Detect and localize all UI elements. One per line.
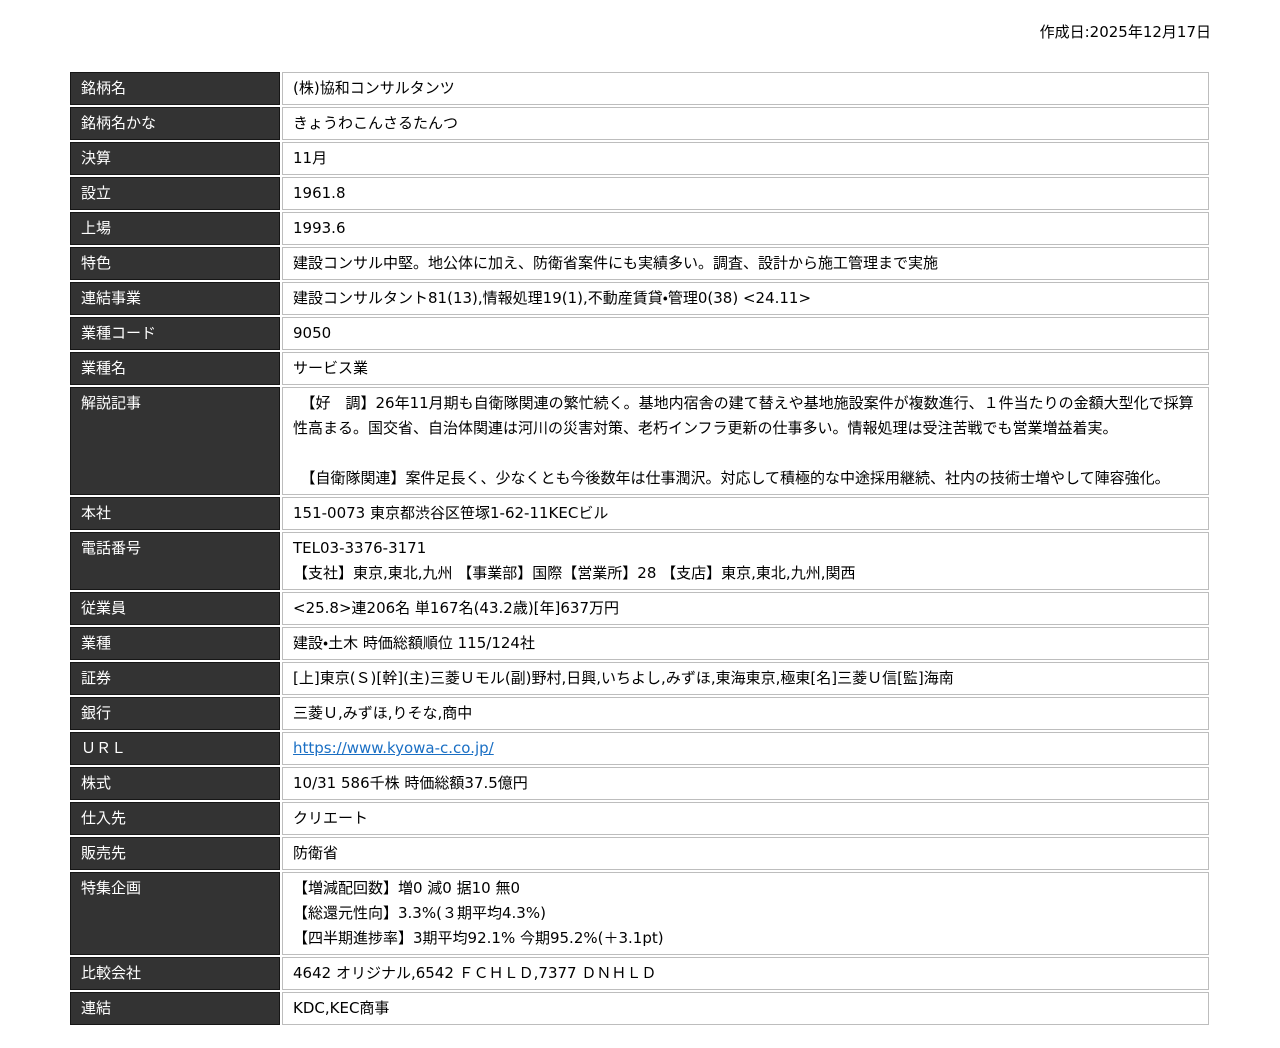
table-row-industry: 業種 建設・土木 時価総額順位 115/124社 xyxy=(70,627,1209,660)
table-row-fiscal-month: 決算 11月 xyxy=(70,142,1209,175)
row-value-stock-name-kana: きょうわこんさるたんつ xyxy=(282,107,1209,140)
table-row-suppliers: 仕入先 クリエート xyxy=(70,802,1209,835)
row-label-industry-name: 業種名 xyxy=(70,352,280,385)
company-url-link[interactable]: https://www.kyowa-c.co.jp/ xyxy=(293,739,494,757)
table-row-comparable-companies: 比較会社 4642 オリジナル,6542 ＦＣＨＬＤ,7377 ＤＮＨＬＤ xyxy=(70,957,1209,990)
row-label-consolidated-business: 連結事業 xyxy=(70,282,280,315)
row-label-comparable-companies: 比較会社 xyxy=(70,957,280,990)
row-value-special-feature: 【増減配回数】増0 減0 据10 無0 【総還元性向】3.3%(３期平均4.3%… xyxy=(282,872,1209,955)
table-row-url: ＵＲＬ https://www.kyowa-c.co.jp/ xyxy=(70,732,1209,765)
table-row-listed: 上場 1993.6 xyxy=(70,212,1209,245)
row-label-suppliers: 仕入先 xyxy=(70,802,280,835)
table-row-employees: 従業員 <25.8>連206名 単167名(43.2歳)[年]637万円 xyxy=(70,592,1209,625)
row-value-employees: <25.8>連206名 単167名(43.2歳)[年]637万円 xyxy=(282,592,1209,625)
row-label-industry-code: 業種コード xyxy=(70,317,280,350)
company-info-page: 作成日:2025年12月17日 銘柄名 (株)協和コンサルタンツ 銘柄名かな き… xyxy=(0,0,1280,1048)
row-value-consolidated-subsidiaries: KDC,KEC商事 xyxy=(282,992,1209,1025)
row-value-features: 建設コンサル中堅。地公体に加え、防衛省案件にも実績多い。調査、設計から施工管理ま… xyxy=(282,247,1209,280)
row-label-founded: 設立 xyxy=(70,177,280,210)
table-row-industry-name: 業種名 サービス業 xyxy=(70,352,1209,385)
row-value-listed: 1993.6 xyxy=(282,212,1209,245)
row-value-customers: 防衛省 xyxy=(282,837,1209,870)
row-label-url: ＵＲＬ xyxy=(70,732,280,765)
table-row-consolidated-business: 連結事業 建設コンサルタント81(13),情報処理19(1),不動産賃貸・管理0… xyxy=(70,282,1209,315)
row-label-special-feature: 特集企画 xyxy=(70,872,280,955)
table-row-shares: 株式 10/31 586千株 時価総額37.5億円 xyxy=(70,767,1209,800)
row-value-industry: 建設・土木 時価総額順位 115/124社 xyxy=(282,627,1209,660)
table-row-headquarters: 本社 151-0073 東京都渋谷区笹塚1-62-11KECビル xyxy=(70,497,1209,530)
branch-offices-line: 【支社】東京,東北,九州 【事業部】国際【営業所】28 【支店】東京,東北,九州… xyxy=(293,564,856,582)
row-label-fiscal-month: 決算 xyxy=(70,142,280,175)
content-area: 作成日:2025年12月17日 銘柄名 (株)協和コンサルタンツ 銘柄名かな き… xyxy=(68,0,1211,1027)
total-return-line: 【総還元性向】3.3%(３期平均4.3%) xyxy=(293,904,546,922)
row-value-phone: TEL03-3376-3171 【支社】東京,東北,九州 【事業部】国際【営業所… xyxy=(282,532,1209,590)
table-row-stock-name: 銘柄名 (株)協和コンサルタンツ xyxy=(70,72,1209,105)
row-value-consolidated-business: 建設コンサルタント81(13),情報処理19(1),不動産賃貸・管理0(38) … xyxy=(282,282,1209,315)
table-row-stock-name-kana: 銘柄名かな きょうわこんさるたんつ xyxy=(70,107,1209,140)
dividend-change-line: 【増減配回数】増0 減0 据10 無0 xyxy=(293,879,521,897)
row-value-industry-name: サービス業 xyxy=(282,352,1209,385)
row-label-customers: 販売先 xyxy=(70,837,280,870)
row-value-founded: 1961.8 xyxy=(282,177,1209,210)
row-label-stock-name: 銘柄名 xyxy=(70,72,280,105)
commentary-paragraph-2: 【自衛隊関連】案件足長く、少なくとも今後数年は仕事潤沢。対応して積極的な中途採用… xyxy=(293,469,1170,487)
row-value-industry-code: 9050 xyxy=(282,317,1209,350)
row-label-phone: 電話番号 xyxy=(70,532,280,590)
table-row-customers: 販売先 防衛省 xyxy=(70,837,1209,870)
table-row-founded: 設立 1961.8 xyxy=(70,177,1209,210)
row-value-commentary: 【好 調】26年11月期も自衛隊関連の繁忙続く。基地内宿舎の建て替えや基地施設案… xyxy=(282,387,1209,495)
table-row-industry-code: 業種コード 9050 xyxy=(70,317,1209,350)
table-row-phone: 電話番号 TEL03-3376-3171 【支社】東京,東北,九州 【事業部】国… xyxy=(70,532,1209,590)
row-label-consolidated-subsidiaries: 連結 xyxy=(70,992,280,1025)
table-row-commentary: 解説記事 【好 調】26年11月期も自衛隊関連の繁忙続く。基地内宿舎の建て替えや… xyxy=(70,387,1209,495)
row-label-stock-name-kana: 銘柄名かな xyxy=(70,107,280,140)
created-date: 作成日:2025年12月17日 xyxy=(1039,23,1211,41)
row-label-industry: 業種 xyxy=(70,627,280,660)
commentary-paragraph-1: 【好 調】26年11月期も自衛隊関連の繁忙続く。基地内宿舎の建て替えや基地施設案… xyxy=(293,394,1194,437)
row-label-features: 特色 xyxy=(70,247,280,280)
row-value-banks: 三菱Ｕ,みずほ,りそな,商中 xyxy=(282,697,1209,730)
row-value-fiscal-month: 11月 xyxy=(282,142,1209,175)
row-value-suppliers: クリエート xyxy=(282,802,1209,835)
row-label-employees: 従業員 xyxy=(70,592,280,625)
row-label-listed: 上場 xyxy=(70,212,280,245)
table-row-banks: 銀行 三菱Ｕ,みずほ,りそな,商中 xyxy=(70,697,1209,730)
table-row-consolidated-subsidiaries: 連結 KDC,KEC商事 xyxy=(70,992,1209,1025)
quarterly-progress-line: 【四半期進捗率】3期平均92.1% 今期95.2%(＋3.1pt) xyxy=(293,929,664,947)
row-label-banks: 銀行 xyxy=(70,697,280,730)
row-value-stock-name: (株)協和コンサルタンツ xyxy=(282,72,1209,105)
phone-number-line: TEL03-3376-3171 xyxy=(293,539,427,557)
row-label-securities: 証券 xyxy=(70,662,280,695)
row-value-headquarters: 151-0073 東京都渋谷区笹塚1-62-11KECビル xyxy=(282,497,1209,530)
row-value-comparable-companies: 4642 オリジナル,6542 ＦＣＨＬＤ,7377 ＤＮＨＬＤ xyxy=(282,957,1209,990)
row-value-securities: [上]東京(Ｓ)[幹](主)三菱Ｕモル(副)野村,日興,いちよし,みずほ,東海東… xyxy=(282,662,1209,695)
row-label-shares: 株式 xyxy=(70,767,280,800)
row-label-commentary: 解説記事 xyxy=(70,387,280,495)
table-row-special-feature: 特集企画 【増減配回数】増0 減0 据10 無0 【総還元性向】3.3%(３期平… xyxy=(70,872,1209,955)
company-info-table: 銘柄名 (株)協和コンサルタンツ 銘柄名かな きょうわこんさるたんつ 決算 11… xyxy=(68,70,1211,1027)
row-value-shares: 10/31 586千株 時価総額37.5億円 xyxy=(282,767,1209,800)
row-value-url: https://www.kyowa-c.co.jp/ xyxy=(282,732,1209,765)
row-label-headquarters: 本社 xyxy=(70,497,280,530)
table-row-securities: 証券 [上]東京(Ｓ)[幹](主)三菱Ｕモル(副)野村,日興,いちよし,みずほ,… xyxy=(70,662,1209,695)
table-row-features: 特色 建設コンサル中堅。地公体に加え、防衛省案件にも実績多い。調査、設計から施工… xyxy=(70,247,1209,280)
